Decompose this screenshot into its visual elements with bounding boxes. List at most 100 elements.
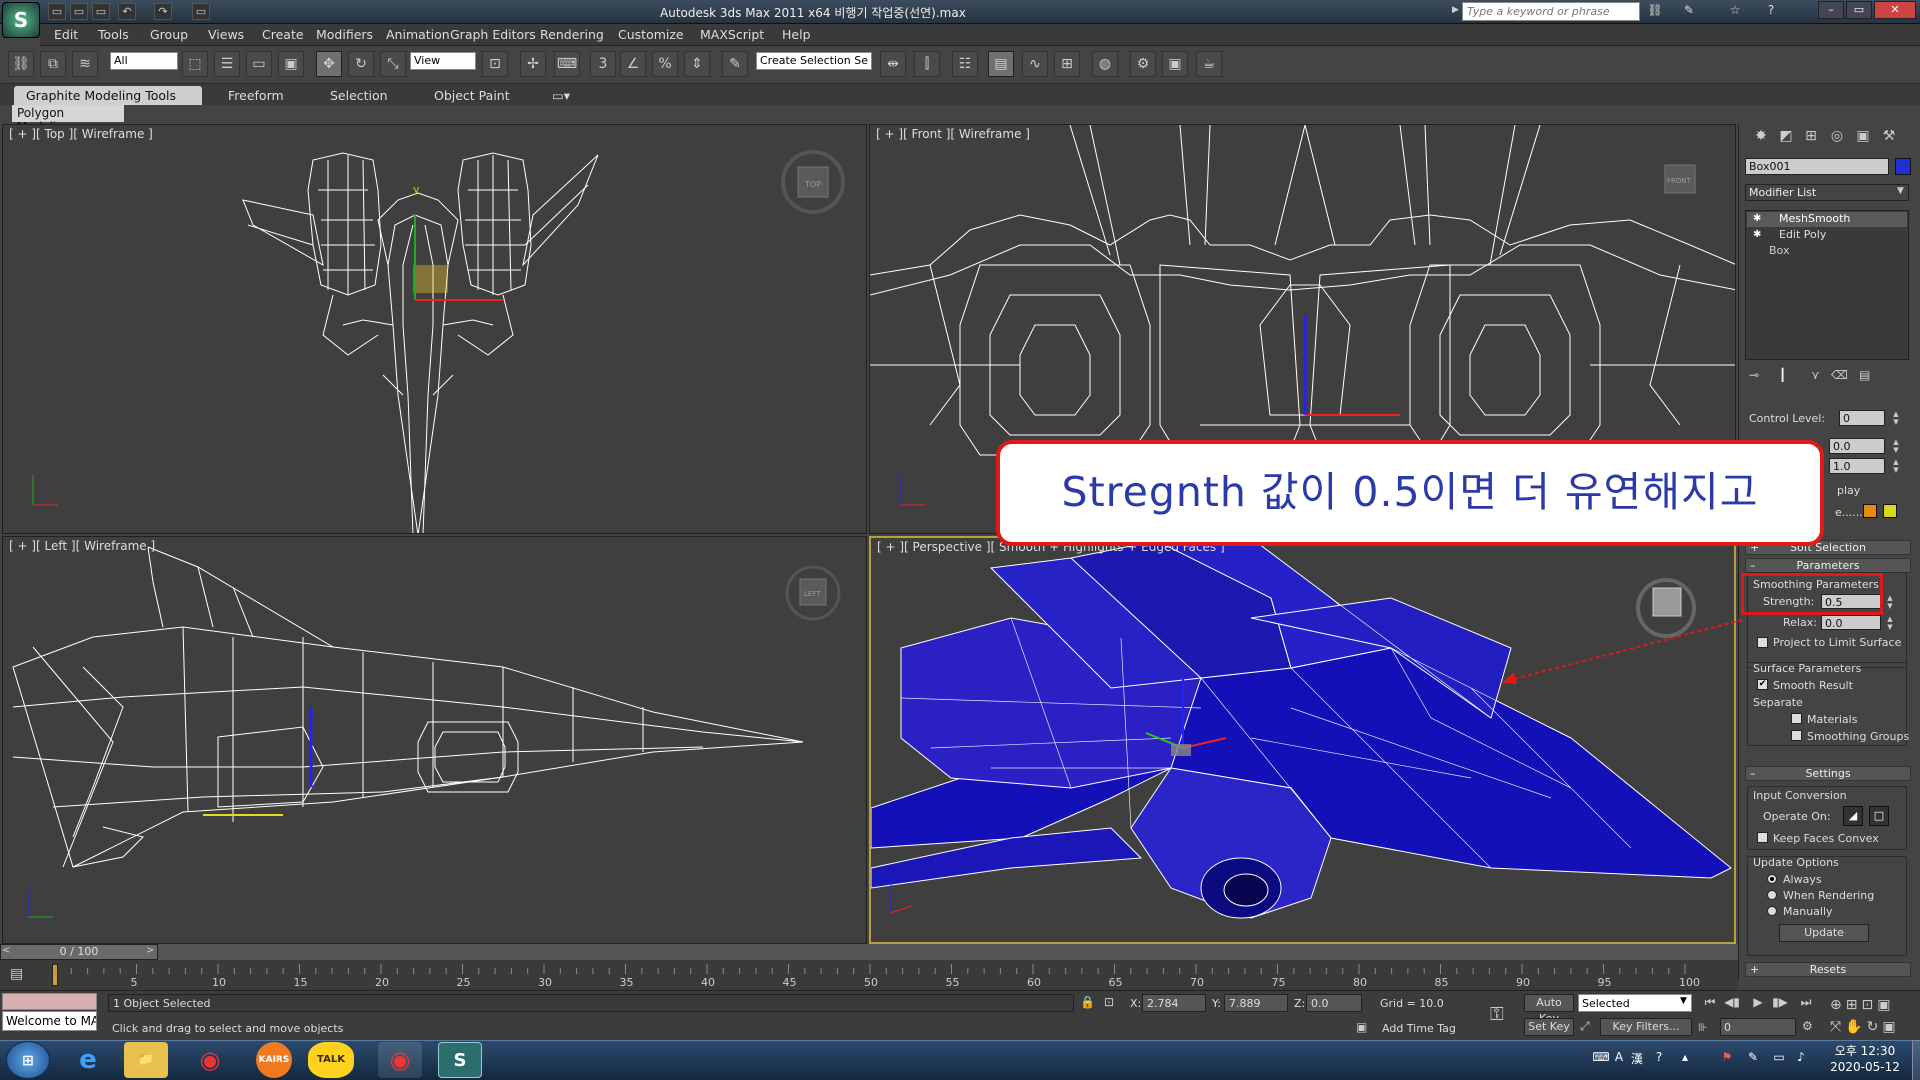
spinner-snap-icon[interactable]: ⇕: [684, 51, 710, 77]
set-key-button[interactable]: Set Key: [1524, 1018, 1574, 1036]
time-configuration-icon[interactable]: ⚙: [1802, 1019, 1813, 1033]
start-button[interactable]: ⊞: [6, 1041, 50, 1079]
add-time-tag[interactable]: Add Time Tag: [1382, 1022, 1456, 1035]
relax-field[interactable]: 0.0: [1821, 615, 1881, 630]
file-explorer-icon[interactable]: 📁: [124, 1042, 168, 1078]
material-editor-icon[interactable]: ◍: [1092, 51, 1118, 77]
viewport-navigation-controls[interactable]: ⊕⊞⊡▣ ⤧✋↻▣: [1830, 994, 1916, 1038]
stack-item-edit-poly[interactable]: Edit Poly: [1747, 228, 1907, 243]
show-desktop-button[interactable]: [1912, 1040, 1920, 1080]
keyframe-mode-icon[interactable]: ⤢: [1580, 1019, 1590, 1034]
current-frame-field[interactable]: 0: [1720, 1018, 1796, 1036]
link-icon[interactable]: ⛓: [8, 51, 34, 77]
menu-maxscript[interactable]: MAXScript: [700, 27, 764, 42]
menu-group[interactable]: Group: [150, 27, 188, 42]
selection-filter-dropdown[interactable]: All: [110, 52, 178, 70]
window-crossing-icon[interactable]: ▣: [278, 51, 304, 77]
viewport-top[interactable]: [ + ][ Top ][ Wireframe ] y TOP: [2, 124, 867, 534]
operate-on-polygon-icon[interactable]: □: [1869, 806, 1889, 826]
go-to-start-icon[interactable]: ⏮: [1700, 995, 1720, 1013]
key-filters-button[interactable]: Key Filters...: [1600, 1018, 1692, 1036]
keyboard-icon[interactable]: ⌨: [1592, 1050, 1610, 1066]
ribbon-options-icon[interactable]: ▭▾: [540, 86, 582, 105]
angle-snap-icon[interactable]: ∠: [620, 51, 646, 77]
tab-freeform[interactable]: Freeform: [216, 86, 296, 105]
stack-item-box[interactable]: Box: [1747, 244, 1907, 259]
object-name-field[interactable]: Box001: [1745, 158, 1889, 175]
percent-snap-icon[interactable]: %: [652, 51, 678, 77]
chevron-down-icon[interactable]: ▼: [1680, 996, 1687, 1006]
update-always-radio[interactable]: [1767, 874, 1777, 884]
viewport-label-left[interactable]: [ + ][ Left ][ Wireframe ]: [9, 539, 155, 553]
display-tab-icon[interactable]: ▣: [1851, 128, 1875, 148]
rollout-resets[interactable]: + Resets: [1745, 962, 1911, 977]
x-coordinate-field[interactable]: 2.784: [1142, 994, 1206, 1012]
schematic-view-icon[interactable]: ⊞: [1054, 51, 1080, 77]
iterations-field[interactable]: 0.0: [1829, 438, 1885, 454]
ime-mode-icon[interactable]: A: [1610, 1050, 1628, 1066]
set-key-icon[interactable]: ⚿: [1490, 1004, 1504, 1025]
viewport-label-top[interactable]: [ + ][ Top ][ Wireframe ]: [9, 127, 153, 141]
spinner-icon[interactable]: ▲ ▼: [1891, 458, 1901, 474]
minimize-button[interactable]: –: [1818, 1, 1844, 19]
select-object-icon[interactable]: ⬚: [182, 51, 208, 77]
absolute-mode-icon[interactable]: ⊡: [1104, 995, 1114, 1009]
lock-selection-icon[interactable]: 🔒: [1080, 995, 1095, 1009]
make-unique-icon[interactable]: ⋎: [1811, 368, 1820, 382]
align-icon[interactable]: ⫿: [914, 51, 940, 77]
spinner-icon[interactable]: ▲ ▼: [1891, 438, 1901, 454]
search-input[interactable]: [1462, 2, 1640, 21]
spinner-icon[interactable]: ▲ ▼: [1885, 594, 1895, 610]
previous-frame-icon[interactable]: ◀▮: [1722, 995, 1742, 1013]
system-clock[interactable]: 오후 12:30 2020-05-12: [1820, 1043, 1910, 1077]
rollout-parameters[interactable]: – Parameters: [1745, 558, 1911, 573]
remove-modifier-icon[interactable]: ⌫: [1831, 368, 1848, 382]
bind-space-warp-icon[interactable]: ≋: [72, 51, 98, 77]
hanja-icon[interactable]: 漢: [1628, 1050, 1646, 1066]
lightbulb-icon[interactable]: ✱: [1753, 229, 1761, 240]
viewport-left[interactable]: [ + ][ Left ][ Wireframe ] LEFT: [2, 536, 867, 944]
menu-graph-editors[interactable]: Graph Editors: [450, 27, 536, 42]
ime-help-icon[interactable]: ?: [1650, 1050, 1668, 1066]
viewport-label-front[interactable]: [ + ][ Front ][ Wireframe ]: [876, 127, 1030, 141]
time-slider-track[interactable]: [0, 944, 1738, 960]
maxscript-listener-box[interactable]: [2, 993, 97, 1010]
smooth-result-checkbox[interactable]: ✔: [1757, 679, 1768, 690]
reference-coordinate-dropdown[interactable]: View: [410, 52, 476, 70]
show-hidden-icons-icon[interactable]: ▴: [1676, 1050, 1694, 1066]
undo-icon[interactable]: ↶: [118, 3, 136, 20]
redo-icon[interactable]: ↷: [154, 3, 172, 20]
render-setup-icon[interactable]: ⚙: [1130, 51, 1156, 77]
tab-graphite-modeling-tools[interactable]: Graphite Modeling Tools: [14, 86, 202, 105]
maxscript-mini-listener[interactable]: Welcome to MA: [2, 1011, 97, 1031]
tools-icon[interactable]: ✎: [1680, 3, 1698, 20]
mirror-icon[interactable]: ⇹: [880, 51, 906, 77]
auto-key-button[interactable]: Auto Key: [1524, 994, 1574, 1025]
save-file-icon[interactable]: ▭: [92, 3, 110, 20]
render-production-icon[interactable]: ☕: [1196, 51, 1222, 77]
keyboard-shortcut-icon[interactable]: ⌨: [554, 51, 580, 77]
pin-stack-icon[interactable]: ⊸: [1749, 368, 1759, 382]
go-to-end-icon[interactable]: ⏭: [1796, 995, 1816, 1013]
play-icon[interactable]: ▶: [1748, 995, 1768, 1013]
tab-object-paint[interactable]: Object Paint: [422, 86, 522, 105]
time-tag-icon[interactable]: ▣: [1356, 1020, 1367, 1034]
z-coordinate-field[interactable]: 0.0: [1306, 994, 1362, 1012]
kakaotalk-icon[interactable]: TALK: [308, 1042, 354, 1078]
key-selection-dropdown[interactable]: Selected: [1578, 994, 1692, 1012]
modify-tab-icon[interactable]: ◩: [1774, 128, 1798, 148]
close-button[interactable]: ✕: [1874, 1, 1916, 19]
prev-frame-icon[interactable]: <: [2, 945, 10, 956]
project-folder-icon[interactable]: ▭: [192, 3, 210, 20]
search-expand-icon[interactable]: ▶: [1452, 5, 1459, 15]
kairs-icon[interactable]: KAIRS: [256, 1042, 292, 1078]
color-swatch-1[interactable]: [1863, 504, 1877, 518]
update-manually-radio[interactable]: [1767, 906, 1777, 916]
modifier-list-dropdown[interactable]: Modifier List: [1745, 184, 1909, 201]
3ds-max-taskbar-icon[interactable]: S: [438, 1042, 482, 1078]
layer-manager-icon[interactable]: ☷: [952, 51, 978, 77]
y-coordinate-field[interactable]: 7.889: [1224, 994, 1288, 1012]
internet-explorer-icon[interactable]: e: [66, 1042, 110, 1078]
create-tab-icon[interactable]: ✸: [1749, 128, 1773, 148]
edit-named-selection-icon[interactable]: ✎: [722, 51, 748, 77]
